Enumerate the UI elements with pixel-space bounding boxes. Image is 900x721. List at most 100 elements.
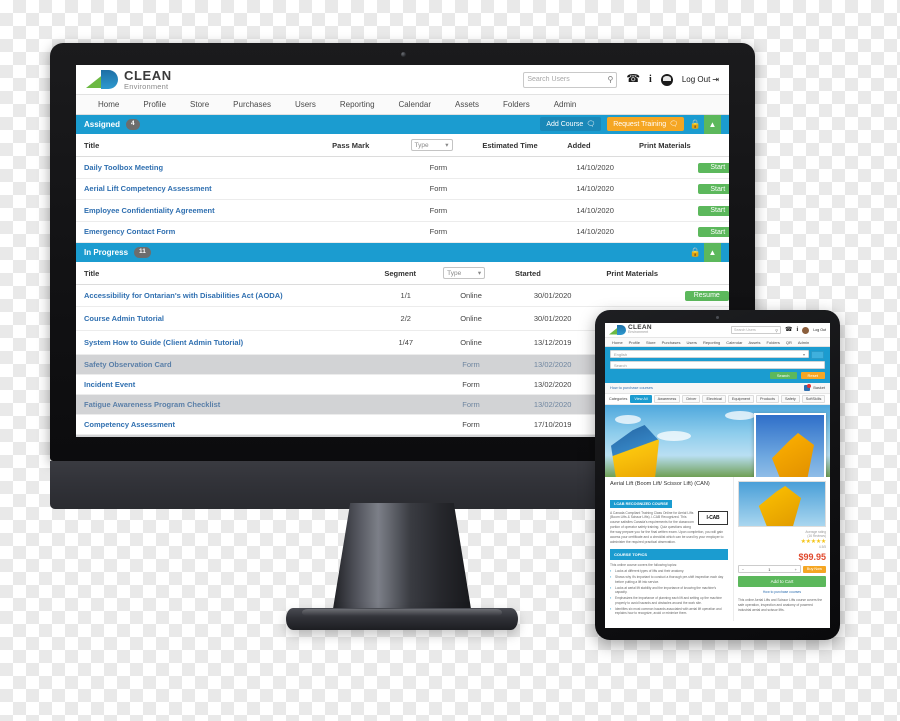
lock-icon[interactable]: 🔒 bbox=[687, 243, 704, 262]
store-search-input[interactable]: Search bbox=[610, 361, 825, 369]
nav-item-home[interactable]: Home bbox=[86, 95, 131, 115]
add-to-cart-button[interactable]: Add to Cart bbox=[738, 576, 826, 587]
nav-item-profile[interactable]: Profile bbox=[131, 95, 178, 115]
search-icon[interactable]: ⚲ bbox=[607, 75, 613, 84]
row-title-cell[interactable]: Accessibility for Ontarian's with Disabi… bbox=[76, 284, 377, 307]
course-link[interactable]: Incident Event bbox=[84, 380, 135, 389]
info-icon[interactable]: i bbox=[649, 74, 652, 85]
table-row[interactable]: Employee Confidentiality Agreement Form … bbox=[76, 199, 729, 222]
buy-now-button[interactable]: Buy Now bbox=[802, 565, 826, 573]
tablet-nav-item-folders[interactable]: Folders bbox=[764, 340, 783, 345]
tablet-logout-button[interactable]: Log Out bbox=[813, 328, 826, 332]
add-course-button[interactable]: Add Course 🗨 bbox=[540, 117, 602, 131]
course-link[interactable]: Employee Confidentiality Agreement bbox=[84, 206, 215, 215]
nav-item-admin[interactable]: Admin bbox=[542, 95, 589, 115]
start-button[interactable]: Start bbox=[697, 184, 729, 194]
tablet-nav-item-home[interactable]: Home bbox=[609, 340, 626, 345]
course-link[interactable]: Accessibility for Ontarian's with Disabi… bbox=[84, 291, 283, 300]
category-safety[interactable]: Safety bbox=[781, 395, 800, 403]
store-reset-button[interactable]: Reset bbox=[800, 372, 825, 379]
user-avatar-icon[interactable] bbox=[802, 326, 810, 334]
store-search-button[interactable]: Search bbox=[769, 372, 797, 379]
start-button[interactable]: Start bbox=[697, 227, 729, 237]
course-link[interactable]: Aerial Lift Competency Assessment bbox=[84, 184, 212, 193]
how-to-purchase-link[interactable]: How to purchase courses bbox=[738, 590, 826, 594]
product-thumbnail[interactable] bbox=[738, 481, 826, 527]
category-equipment[interactable]: Equipment bbox=[727, 395, 755, 403]
tablet-nav-item-assets[interactable]: Assets bbox=[746, 340, 764, 345]
tablet-nav-item-profile[interactable]: Profile bbox=[626, 340, 643, 345]
table-row[interactable]: Emergency Contact Form Form 14/10/2020 S… bbox=[76, 221, 729, 243]
type-filter-select[interactable]: Type ▾ bbox=[443, 267, 486, 279]
row-title-cell[interactable]: Emergency Contact Form bbox=[76, 221, 325, 243]
search-icon[interactable]: ⚲ bbox=[775, 328, 778, 333]
course-link[interactable]: Emergency Contact Form bbox=[84, 227, 175, 236]
brand-logo[interactable]: CLEAN Environment bbox=[86, 69, 172, 91]
nav-item-store[interactable]: Store bbox=[178, 95, 221, 115]
category-view-all[interactable]: View All bbox=[630, 395, 652, 403]
course-link[interactable]: System How to Guide (Client Admin Tutori… bbox=[84, 338, 243, 347]
chevron-up-icon[interactable]: ▲ bbox=[704, 243, 721, 262]
tablet-nav-item-store[interactable]: Store bbox=[643, 340, 659, 345]
lock-icon[interactable]: 🔒 bbox=[687, 115, 704, 134]
nav-item-calendar[interactable]: Calendar bbox=[387, 95, 443, 115]
row-action-cell[interactable]: Resume bbox=[676, 284, 729, 307]
course-link[interactable]: Course Admin Tutorial bbox=[84, 314, 164, 323]
course-link[interactable]: Fatigue Awareness Program Checklist bbox=[84, 400, 220, 409]
category-products[interactable]: Products bbox=[756, 395, 779, 403]
course-link[interactable]: Competency Assessment bbox=[84, 420, 175, 429]
row-title-cell[interactable]: Daily Toolbox Meeting bbox=[76, 156, 325, 179]
tablet-nav-item-calendar[interactable]: Calendar bbox=[723, 340, 745, 345]
phone-icon[interactable]: ☎ bbox=[785, 327, 792, 333]
resume-button[interactable]: Resume bbox=[684, 290, 729, 301]
nav-item-reporting[interactable]: Reporting bbox=[328, 95, 387, 115]
table-row[interactable]: Aerial Lift Competency Assessment Form 1… bbox=[76, 178, 729, 200]
row-action-cell[interactable]: Start bbox=[689, 178, 729, 200]
category-softskills[interactable]: SoftSkills bbox=[801, 395, 826, 403]
row-title-cell[interactable]: Competency Assessment bbox=[76, 414, 377, 435]
user-search-box[interactable]: ⚲ bbox=[523, 71, 618, 88]
info-icon[interactable]: i bbox=[797, 327, 799, 333]
tablet-nav-item-reporting[interactable]: Reporting bbox=[700, 340, 723, 345]
row-title-cell[interactable]: Employee Confidentiality Agreement bbox=[76, 199, 325, 222]
row-action-cell[interactable]: Start bbox=[689, 156, 729, 179]
row-title-cell[interactable]: Fatigue Awareness Program Checklist bbox=[76, 394, 377, 415]
nav-item-users[interactable]: Users bbox=[283, 95, 328, 115]
tablet-nav-item-users[interactable]: Users bbox=[683, 340, 699, 345]
course-link[interactable]: Daily Toolbox Meeting bbox=[84, 163, 163, 172]
language-select[interactable]: English ▾ bbox=[610, 350, 824, 359]
row-title-cell[interactable]: Incident Event bbox=[76, 374, 377, 395]
tablet-nav-item-purchases[interactable]: Purchases bbox=[659, 340, 684, 345]
row-title-cell[interactable]: Safety Observation Card bbox=[76, 354, 377, 375]
row-title-cell[interactable]: Course Admin Tutorial bbox=[76, 306, 377, 331]
how-to-purchase-link[interactable]: How to purchase courses bbox=[610, 386, 653, 390]
tablet-nav-item-admin[interactable]: Admin bbox=[795, 340, 812, 345]
nav-item-assets[interactable]: Assets bbox=[443, 95, 491, 115]
type-filter-select[interactable]: Type ▾ bbox=[410, 139, 453, 151]
category-awareness[interactable]: Awareness bbox=[653, 395, 681, 403]
nav-item-folders[interactable]: Folders bbox=[491, 95, 542, 115]
search-input[interactable] bbox=[527, 76, 608, 83]
quantity-stepper[interactable]: − 1 + bbox=[738, 565, 801, 573]
row-action-cell[interactable]: Start bbox=[689, 221, 729, 243]
quantity-decrease-button[interactable]: − bbox=[739, 567, 747, 572]
start-button[interactable]: Start bbox=[697, 162, 729, 173]
category-electrical[interactable]: Electrical bbox=[702, 395, 726, 403]
table-row[interactable]: Accessibility for Ontarian's with Disabi… bbox=[76, 284, 729, 307]
start-button[interactable]: Start bbox=[697, 205, 729, 216]
table-row[interactable]: Daily Toolbox Meeting Form 14/10/2020 St… bbox=[76, 156, 729, 179]
phone-icon[interactable]: ☎ bbox=[626, 74, 640, 85]
chevron-up-icon[interactable]: ▲ bbox=[704, 115, 721, 134]
user-avatar-icon[interactable] bbox=[660, 73, 673, 86]
request-training-button[interactable]: Request Training 🗨 bbox=[607, 117, 684, 131]
row-title-cell[interactable]: Pre Trip Inspection Form bbox=[76, 434, 377, 437]
logout-button[interactable]: Log Out ⇥ bbox=[682, 75, 719, 84]
quantity-increase-button[interactable]: + bbox=[792, 567, 800, 572]
nav-item-purchases[interactable]: Purchases bbox=[221, 95, 283, 115]
row-title-cell[interactable]: System How to Guide (Client Admin Tutori… bbox=[76, 330, 377, 355]
course-link[interactable]: Safety Observation Card bbox=[84, 360, 172, 369]
row-action-cell[interactable]: Start bbox=[689, 199, 729, 222]
basket-button[interactable]: Basket bbox=[804, 383, 825, 391]
tablet-nav-item-qr[interactable]: QR bbox=[783, 340, 795, 345]
tablet-search-box[interactable]: Search Users ⚲ bbox=[731, 326, 782, 334]
